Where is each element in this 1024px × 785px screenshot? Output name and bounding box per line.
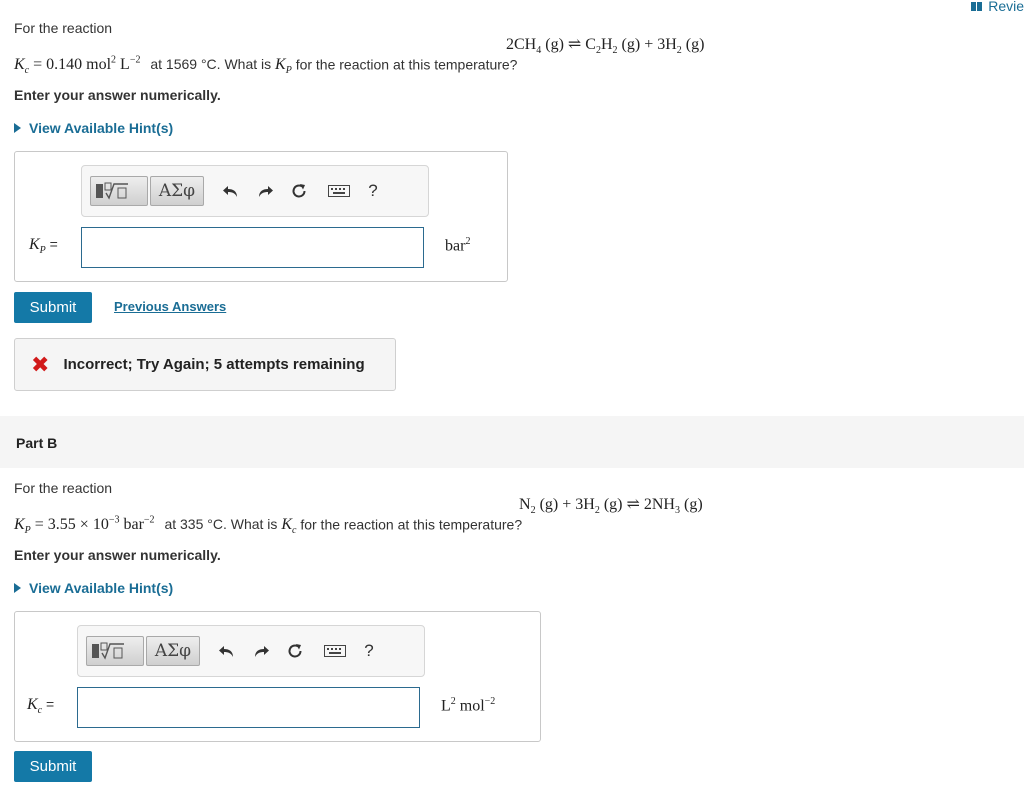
partB-instruction: Enter your answer numerically. (14, 547, 221, 563)
partB-given: KP = 3.55 × 10−3 bar−2 at 335 °C. What i… (14, 515, 523, 537)
greek-symbols-button[interactable]: ΑΣφ (146, 636, 200, 666)
review-label: Revie (988, 0, 1024, 14)
keyboard-icon[interactable] (322, 176, 356, 206)
book-icon (971, 1, 983, 11)
partB-equation: N2 (g) + 3H2 (g) ⇌ 2NH3 (g) (519, 496, 703, 517)
greek-symbols-button[interactable]: ΑΣφ (150, 176, 204, 206)
partA-answer-input[interactable] (81, 227, 424, 268)
partA-unit: bar2 (445, 236, 471, 255)
template-radical-icon (92, 642, 124, 660)
partB-field-label: Kc = (27, 696, 55, 717)
partA-equation: 2CH4 (g) ⇌ C2H2 (g) + 3H2 (g) (506, 36, 705, 57)
undo-icon[interactable] (210, 636, 244, 666)
templates-button[interactable] (86, 636, 144, 666)
feedback-text: Incorrect; Try Again; 5 attempts remaini… (63, 356, 365, 373)
partA-feedback: ✖ Incorrect; Try Again; 5 attempts remai… (14, 338, 396, 391)
partA-answer-box: ΑΣφ ? KP = bar2 (14, 151, 508, 282)
redo-icon[interactable] (248, 176, 282, 206)
partA-hint-link[interactable]: View Available Hint(s) (14, 120, 173, 136)
close-x-icon: ✖ (31, 351, 50, 377)
partB-hint-link[interactable]: View Available Hint(s) (14, 580, 173, 596)
partA-math-toolbar: ΑΣφ ? (81, 165, 429, 217)
partA-submit-button[interactable]: Submit (14, 292, 92, 323)
partB-unit: L2 mol−2 (441, 696, 496, 715)
partB-header[interactable]: Part B (0, 416, 1024, 468)
undo-icon[interactable] (214, 176, 248, 206)
partB-answer-box: ΑΣφ ? Kc = L2 mol−2 (14, 611, 541, 742)
partB-hint-label: View Available Hint(s) (29, 580, 174, 596)
help-icon[interactable]: ? (352, 636, 386, 666)
partB-intro: For the reaction (14, 480, 113, 496)
partA-given: Kc = 0.140 mol2 L−2 at 1569 °C. What is … (14, 55, 518, 77)
partA-field-label: KP = (29, 236, 58, 257)
partB-title: Part B (16, 435, 58, 451)
triangle-right-icon (14, 583, 21, 593)
review-link[interactable]: Revie (971, 0, 1024, 14)
keyboard-icon[interactable] (318, 636, 352, 666)
partB-submit-button[interactable]: Submit (14, 751, 92, 782)
previous-answers-link[interactable]: Previous Answers (114, 299, 226, 314)
redo-icon[interactable] (244, 636, 278, 666)
partA-intro: For the reaction (14, 20, 113, 36)
triangle-right-icon (14, 123, 21, 133)
partB-answer-input[interactable] (77, 687, 420, 728)
templates-button[interactable] (90, 176, 148, 206)
help-icon[interactable]: ? (356, 176, 390, 206)
template-radical-icon (96, 182, 128, 200)
reset-icon[interactable] (278, 636, 312, 666)
partA-hint-label: View Available Hint(s) (29, 120, 174, 136)
reset-icon[interactable] (282, 176, 316, 206)
partB-math-toolbar: ΑΣφ ? (77, 625, 425, 677)
partA-instruction: Enter your answer numerically. (14, 87, 221, 103)
